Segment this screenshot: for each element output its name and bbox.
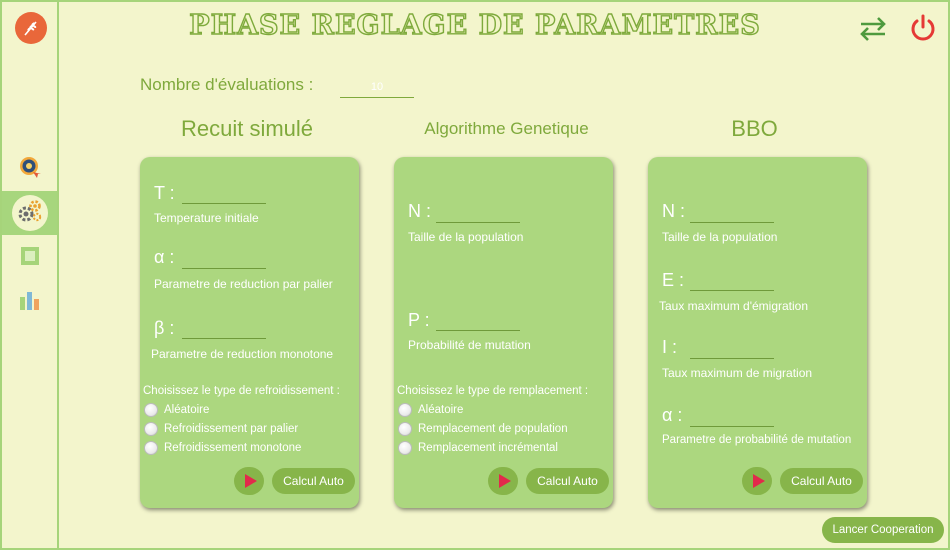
genetique-calc-auto-button[interactable]: Calcul Auto [526, 468, 609, 494]
param-n-symbol: N : [662, 201, 686, 221]
bbo-play-button[interactable] [742, 467, 772, 495]
genetique-card: N : Taille de la population P : Probabil… [394, 157, 613, 508]
replacement-type-label: Choisissez le type de remplacement : [397, 385, 589, 397]
replacement-option-incremental[interactable]: Remplacement incrémental [398, 441, 558, 455]
param-t-input[interactable] [182, 203, 266, 204]
param-t-symbol: T : [154, 183, 175, 203]
radio-button[interactable] [398, 403, 412, 417]
square-icon [20, 246, 40, 270]
replacement-option-random[interactable]: Aléatoire [398, 403, 463, 417]
param-p-input[interactable] [436, 330, 520, 331]
recuit-card: T : Temperature initiale α : Parametre d… [140, 157, 359, 508]
bbo-title: BBO [731, 116, 778, 141]
radio-button[interactable] [144, 441, 158, 455]
radio-button[interactable] [144, 403, 158, 417]
play-icon [752, 474, 765, 488]
launch-cooperation-button[interactable]: Lancer Cooperation [822, 517, 944, 543]
sidebar [2, 2, 59, 548]
param-alpha-description: Parametre de probabilité de mutation [662, 434, 852, 446]
power-icon[interactable] [907, 12, 939, 44]
bar-chart-icon [19, 291, 41, 315]
param-p-description: Probabilité de mutation [408, 338, 531, 352]
param-n-description: Taille de la population [662, 230, 778, 244]
swap-arrows-icon[interactable] [857, 12, 889, 44]
param-beta-symbol: β : [154, 318, 175, 338]
cooling-option-random[interactable]: Aléatoire [144, 403, 209, 417]
radio-button[interactable] [398, 441, 412, 455]
param-n-input[interactable] [436, 222, 520, 223]
bbo-card: N : Taille de la population E : Taux max… [648, 157, 867, 508]
param-n-description: Taille de la population [408, 230, 524, 244]
bbo-calc-auto-button[interactable]: Calcul Auto [780, 468, 863, 494]
param-i-input[interactable] [690, 358, 774, 359]
recuit-play-button[interactable] [234, 467, 264, 495]
page-title: PHASE REGLAGE DE PARAMETRES [189, 9, 761, 41]
cooling-option-monotone[interactable]: Refroidissement monotone [144, 441, 301, 455]
param-i-symbol: I : [662, 337, 678, 357]
param-alpha-input[interactable] [182, 268, 266, 269]
radio-button[interactable] [398, 422, 412, 436]
param-beta-input[interactable] [182, 338, 266, 339]
play-icon [498, 474, 511, 488]
genetique-title: Algorithme Genetique [424, 119, 589, 138]
param-t-description: Temperature initiale [154, 211, 259, 225]
param-alpha-symbol: α : [154, 247, 175, 267]
param-e-symbol: E : [662, 270, 685, 290]
param-e-description: Taux maximum d'émigration [659, 299, 809, 313]
radio-button[interactable] [144, 422, 158, 436]
recuit-calc-auto-button[interactable]: Calcul Auto [272, 468, 355, 494]
cooling-type-label: Choisissez le type de refroidissement : [143, 385, 340, 397]
param-beta-description: Parametre de reduction monotone [151, 347, 334, 361]
param-i-description: Taux maximum de migration [662, 366, 813, 380]
sidebar-item-chart[interactable] [2, 281, 57, 325]
param-alpha-input[interactable] [690, 426, 774, 427]
sidebar-item-settings[interactable] [2, 191, 57, 235]
gears-icon [16, 197, 44, 229]
genetique-play-button[interactable] [488, 467, 518, 495]
param-n-symbol: N : [408, 201, 432, 221]
sidebar-item-square[interactable] [2, 236, 57, 280]
recuit-title: Recuit simulé [180, 116, 314, 141]
param-alpha-symbol: α : [662, 405, 683, 425]
param-alpha-description: Parametre de reduction par palier [154, 277, 333, 291]
param-n-input[interactable] [690, 222, 774, 223]
evaluations-input[interactable] [340, 76, 414, 98]
sidebar-item-quality[interactable] [2, 147, 57, 191]
cooling-option-step[interactable]: Refroidissement par palier [144, 422, 298, 436]
evaluations-label: Nombre d'évaluations : [140, 75, 314, 94]
quality-medal-icon [17, 154, 43, 184]
param-p-symbol: P : [408, 310, 430, 330]
param-e-input[interactable] [690, 290, 774, 291]
replacement-option-population[interactable]: Remplacement de population [398, 422, 568, 436]
play-icon [244, 474, 257, 488]
